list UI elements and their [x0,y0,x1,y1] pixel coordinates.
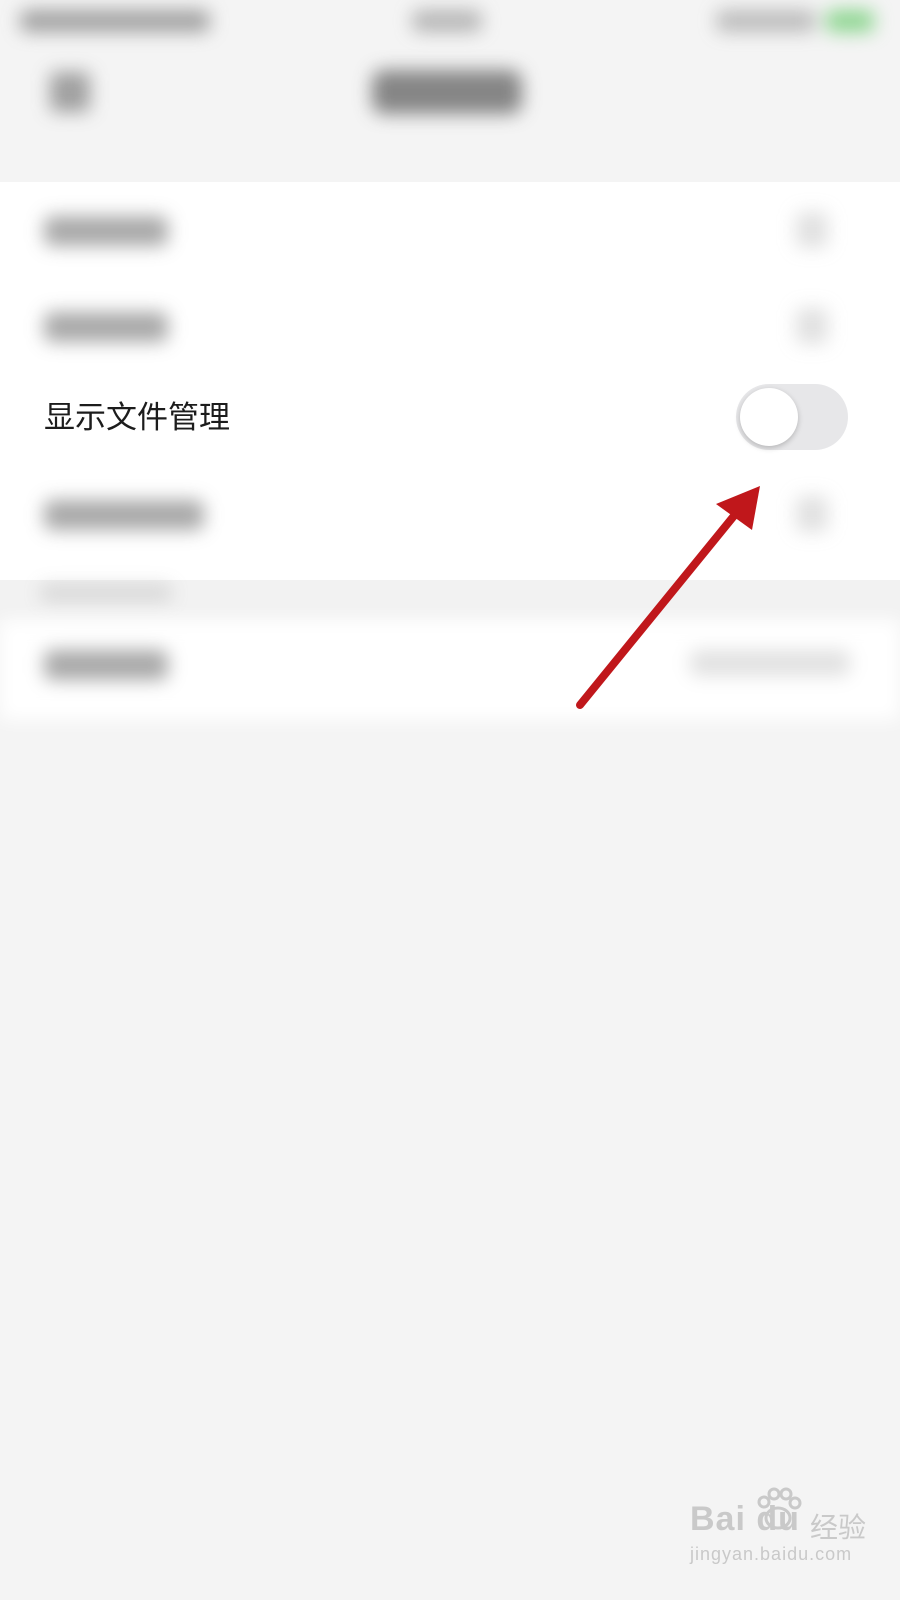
page-title-blurred [372,70,522,114]
status-icons-blurred [716,10,816,32]
status-time-blurred [412,10,482,32]
settings-row-2[interactable] [0,278,900,374]
baidu-jingyan-watermark: Bai du 经验 jingyan.baidu.com [690,1487,890,1590]
nav-bar [0,48,900,158]
watermark-url: jingyan.baidu.com [690,1544,853,1564]
back-icon[interactable] [50,72,90,112]
settings-row-label-blurred [44,216,168,246]
show-file-manager-toggle[interactable] [736,384,848,450]
settings-row-4[interactable] [0,466,900,562]
toggle-knob [740,388,798,446]
settings-row-show-file-manager[interactable]: 显示文件管理 [0,378,900,458]
settings-list: 显示文件管理 [0,182,900,580]
chevron-right-icon [796,212,828,248]
battery-icon [826,10,874,32]
settings-row-label-blurred [44,500,204,530]
paw-icon [757,1487,802,1530]
settings-row-1[interactable] [0,182,900,278]
settings-row-label: 显示文件管理 [44,400,230,436]
chevron-right-icon [796,308,828,344]
settings-row-5[interactable] [0,620,900,720]
settings-row-label-blurred [44,650,168,680]
settings-row-label-blurred [44,312,168,342]
status-bar [0,0,900,48]
section-header-blurred [40,584,172,602]
status-carrier-blurred [20,10,210,32]
settings-row-value-blurred [690,650,850,676]
chevron-right-icon [796,496,828,532]
watermark-jingyan-text: 经验 [810,1511,867,1544]
